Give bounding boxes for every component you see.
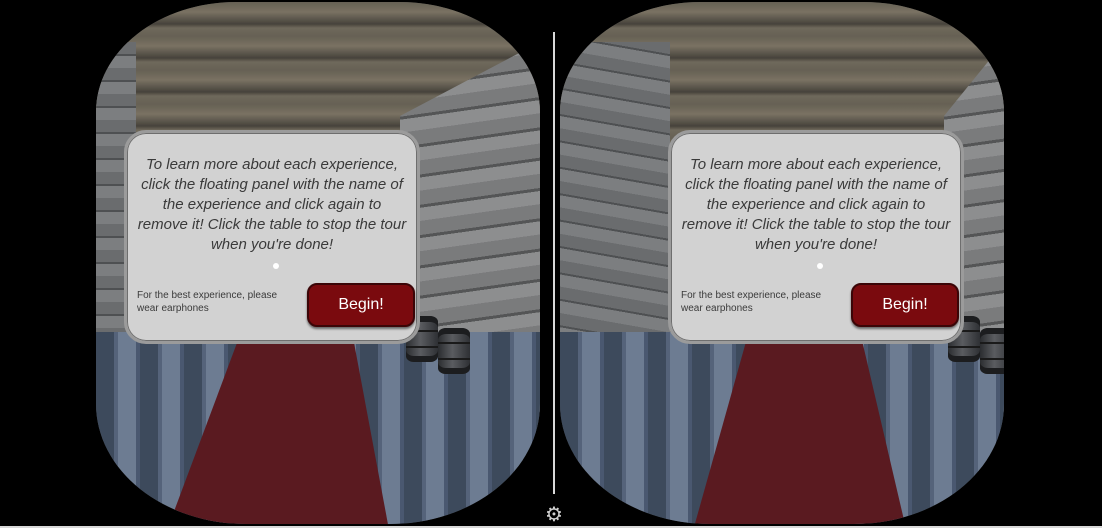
gear-icon[interactable]: ⚙ — [543, 504, 565, 526]
eye-divider — [553, 32, 555, 494]
earphones-note: For the best experience, please wear ear… — [681, 290, 822, 314]
instructions-text: To learn more about each experience, cli… — [681, 156, 951, 253]
instructions-text: To learn more about each experience, cli… — [137, 156, 407, 253]
right-eye-viewport: To learn more about each experience, cli… — [560, 2, 1004, 524]
info-panel[interactable]: To learn more about each experience, cli… — [124, 130, 420, 344]
barrel — [438, 328, 470, 374]
begin-button[interactable]: Begin! — [307, 283, 415, 327]
earphones-note: For the best experience, please wear ear… — [137, 290, 278, 314]
barrel — [980, 328, 1004, 374]
begin-button[interactable]: Begin! — [851, 283, 959, 327]
vr-stereo-view: To learn more about each experience, cli… — [0, 0, 1102, 528]
left-eye-viewport: To learn more about each experience, cli… — [96, 2, 540, 524]
gaze-reticle — [273, 263, 279, 269]
gaze-reticle — [817, 263, 823, 269]
info-panel[interactable]: To learn more about each experience, cli… — [668, 130, 964, 344]
